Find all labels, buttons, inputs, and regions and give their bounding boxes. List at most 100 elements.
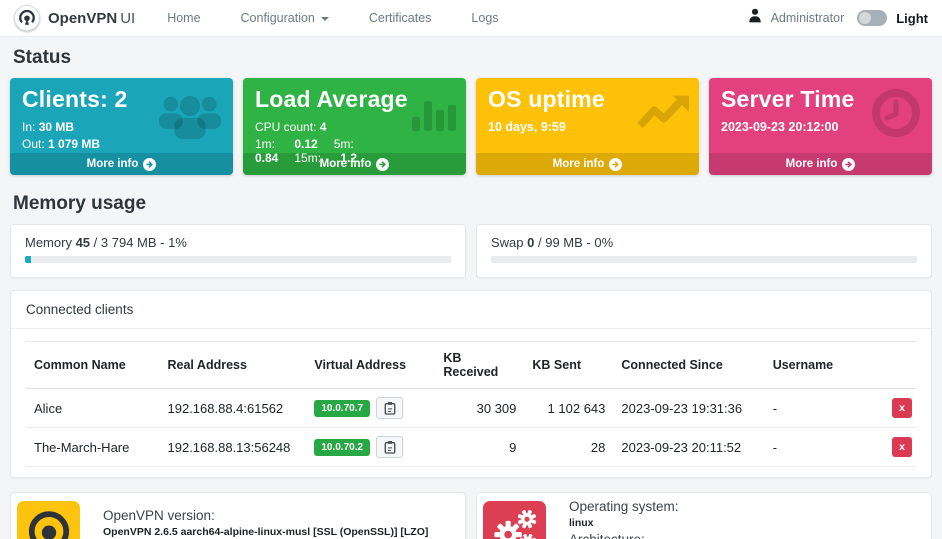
ip-badge: 10.0.70.7 (314, 400, 370, 417)
disconnect-client-button[interactable]: x (892, 437, 912, 457)
more-info-label: More info (786, 158, 838, 170)
copy-ip-button[interactable] (376, 436, 403, 458)
brand-suffix: UI (120, 10, 135, 27)
connected-clients-heading: Connected clients (11, 291, 931, 329)
openvpn-version-card: OpenVPN version: OpenVPN 2.6.5 aarch64-a… (10, 492, 466, 539)
navbar: OpenVPNUI Home Configuration Certificate… (0, 0, 942, 37)
server-time-card: Server Time 2023-09-23 20:12:00 More inf… (709, 78, 932, 175)
more-info-label: More info (553, 158, 605, 170)
person-icon (748, 8, 762, 28)
memory-heading: Memory usage (13, 193, 929, 215)
os-uptime-card: OS uptime 10 days, 9:59 More info (476, 78, 699, 175)
swap-progress-bar (491, 256, 917, 263)
nav-item-certificates-label: Certificates (369, 11, 432, 25)
table-row: Alice 192.168.88.4:61562 10.0.70.7 30 30… (26, 389, 916, 428)
uptime-more-info-link[interactable]: More info (476, 153, 699, 175)
clock-icon (870, 93, 922, 144)
openvpn-logo-icon (14, 5, 40, 31)
operating-system-card: Operating system: linux Architecture: ar… (476, 492, 932, 539)
table-row: The-March-Hare 192.168.88.13:56248 10.0.… (26, 428, 916, 467)
user-menu[interactable]: Administrator (771, 11, 845, 25)
users-icon (157, 93, 223, 146)
memory-meter: Memory 45 / 3 794 MB - 1% (10, 224, 466, 278)
swap-total: / 99 MB - 0% (538, 235, 613, 250)
cell-connected-since: 2023-09-23 19:31:36 (613, 389, 764, 428)
cell-virtual-address: 10.0.70.2 (306, 428, 435, 467)
cell-common-name: The-March-Hare (26, 428, 160, 467)
arrow-circle-right-icon (143, 158, 156, 171)
chevron-down-icon (321, 17, 329, 21)
theme-toggle[interactable] (857, 10, 887, 26)
clients-table: Common Name Real Address Virtual Address… (26, 341, 916, 467)
cell-kb-received: 9 (435, 428, 524, 467)
memory-meters: Memory 45 / 3 794 MB - 1% Swap 0 / 99 MB… (10, 224, 932, 278)
os-value: linux (569, 515, 679, 531)
navbar-right: Administrator Light (748, 8, 928, 28)
connected-clients-panel: Connected clients Common Name Real Addre… (10, 290, 932, 478)
nav-item-logs[interactable]: Logs (471, 11, 498, 25)
clients-table-header-row: Common Name Real Address Virtual Address… (26, 342, 916, 389)
cell-real-address: 192.168.88.13:56248 (160, 428, 307, 467)
cell-username: - (765, 428, 858, 467)
swap-meter: Swap 0 / 99 MB - 0% (476, 224, 932, 278)
cell-common-name: Alice (26, 389, 160, 428)
clients-out-label: Out: (22, 137, 45, 151)
load-values-line: 1m: 0.12 5m: 0.84 15m: 1.2 (255, 137, 454, 165)
arch-title: Architecture: (569, 532, 679, 539)
clipboard-icon (384, 401, 396, 415)
memory-used: 45 (76, 235, 90, 250)
clients-out-value: 1 079 MB (48, 137, 100, 151)
status-heading: Status (13, 47, 929, 69)
cell-real-address: 192.168.88.4:61562 (160, 389, 307, 428)
load-5m-value: 0.84 (255, 151, 278, 165)
bar-chart-icon (412, 93, 456, 136)
brand-title: OpenVPNUI (48, 10, 135, 27)
brand[interactable]: OpenVPNUI (14, 5, 135, 31)
load-15m-label: 15m: (294, 151, 321, 165)
openvpn-version-value: OpenVPN 2.6.5 aarch64-alpine-linux-musl … (103, 524, 447, 539)
cell-virtual-address: 10.0.70.7 (306, 389, 435, 428)
toggle-knob-icon (859, 12, 871, 24)
memory-label: Memory (25, 235, 72, 250)
load-15m-value: 1.2 (340, 151, 357, 165)
cell-kb-sent: 28 (524, 428, 613, 467)
col-username: Username (765, 342, 858, 389)
brand-name: OpenVPN (48, 10, 117, 27)
nav-item-home-label: Home (167, 11, 200, 25)
disconnect-client-button[interactable]: x (892, 398, 912, 418)
clipboard-icon (384, 440, 396, 454)
cell-kb-received: 30 309 (435, 389, 524, 428)
nav-item-logs-label: Logs (471, 11, 498, 25)
os-title: Operating system: (569, 499, 679, 514)
swap-label: Swap (491, 235, 524, 250)
col-actions (858, 342, 916, 389)
info-cards: OpenVPN version: OpenVPN 2.6.5 aarch64-a… (10, 492, 932, 539)
cell-username: - (765, 389, 858, 428)
clients-in-label: In: (22, 120, 35, 134)
memory-progress-bar (25, 256, 451, 263)
swap-meter-text: Swap 0 / 99 MB - 0% (491, 235, 917, 250)
load-5m-label: 5m: (334, 137, 354, 151)
nav-item-certificates[interactable]: Certificates (369, 11, 432, 25)
col-kb-received: KB Received (435, 342, 524, 389)
nav-item-home[interactable]: Home (167, 11, 200, 25)
cell-kb-sent: 1 102 643 (524, 389, 613, 428)
load-15m: 15m: 1.2 (294, 151, 357, 165)
load-1m-value: 0.12 (294, 137, 317, 151)
time-more-info-link[interactable]: More info (709, 153, 932, 175)
clients-more-info-link[interactable]: More info (10, 153, 233, 175)
load-1m: 1m: 0.12 (255, 137, 318, 151)
col-virtual-address: Virtual Address (306, 342, 435, 389)
col-common-name: Common Name (26, 342, 160, 389)
memory-total: / 3 794 MB - 1% (94, 235, 187, 250)
col-connected-since: Connected Since (613, 342, 764, 389)
col-real-address: Real Address (160, 342, 307, 389)
memory-meter-text: Memory 45 / 3 794 MB - 1% (25, 235, 451, 250)
ip-badge: 10.0.70.2 (314, 439, 370, 456)
openvpn-logo-icon (17, 501, 80, 539)
more-info-label: More info (87, 158, 139, 170)
nav-item-configuration[interactable]: Configuration (241, 11, 329, 25)
load-average-card: Load Average CPU count: 4 1m: 0.125m: 0.… (243, 78, 466, 175)
copy-ip-button[interactable] (376, 397, 403, 419)
swap-used: 0 (527, 235, 534, 250)
